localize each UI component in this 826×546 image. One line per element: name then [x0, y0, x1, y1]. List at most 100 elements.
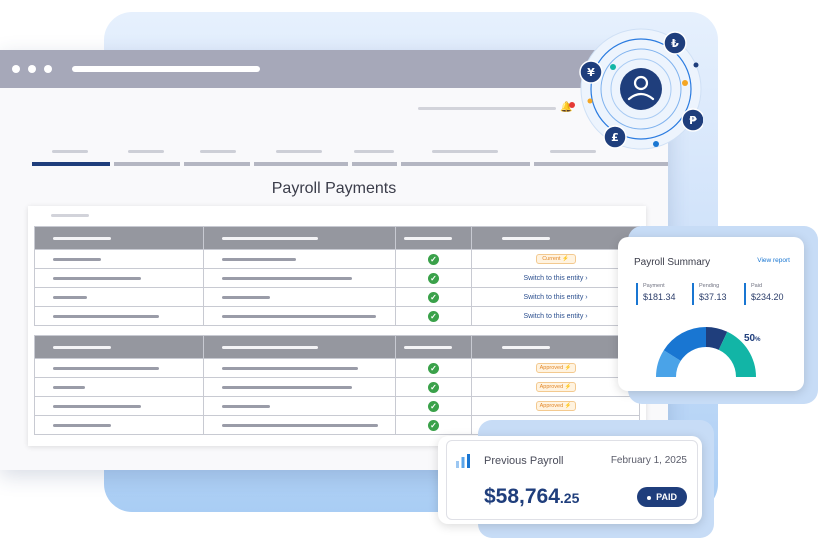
table-cell: [33, 287, 205, 307]
tab-label-placeholder: [200, 150, 236, 153]
text-placeholder: [53, 423, 111, 427]
check-circle-icon: ✓: [427, 362, 439, 374]
tab-label-placeholder: [276, 150, 322, 153]
table-header-row: [33, 335, 640, 359]
table-row: ✓ Approved ⚡: [33, 396, 640, 416]
check-circle-icon: ✓: [427, 253, 439, 265]
switch-entity-link[interactable]: Switch to this entity ›: [472, 313, 639, 320]
gauge-percent: 50%: [744, 333, 760, 344]
table-row: ✓ Switch to this entity ›: [33, 306, 640, 326]
action-cell: Approved ⚡: [471, 396, 640, 416]
stat-value: $181.34: [643, 292, 676, 302]
column-header: [471, 335, 640, 359]
currency-glyph: ¥: [587, 66, 595, 79]
text-placeholder: [222, 314, 377, 318]
status-cell: ✓: [394, 396, 473, 416]
column-header: [33, 226, 205, 250]
tab[interactable]: [352, 162, 397, 166]
status-badge: Approved ⚡: [535, 401, 576, 411]
currency-glyph: ₺: [671, 37, 679, 50]
stat-label: Payment: [643, 283, 665, 289]
browser-window: 🔔 Payroll Payments ✓ Current ⚡ ✓ Switch to …: [0, 50, 668, 470]
stat-payment: Payment $181.34: [636, 283, 676, 305]
window-dot[interactable]: [28, 65, 36, 73]
table-cell: [203, 396, 396, 416]
view-report-link[interactable]: View report: [757, 257, 790, 264]
amount-cents: .25: [559, 490, 580, 506]
table-cell: [33, 306, 205, 326]
table-cell: [203, 377, 396, 397]
stat-paid: Paid $234.20: [744, 283, 784, 305]
check-circle-icon: ✓: [427, 419, 439, 431]
tab-active[interactable]: [32, 162, 110, 166]
switch-entity-link[interactable]: Switch to this entity ›: [472, 294, 639, 301]
action-cell: Approved ⚡: [471, 358, 640, 378]
text-placeholder: [502, 236, 551, 240]
check-circle-icon: ✓: [427, 291, 439, 303]
table-cell: [33, 415, 205, 435]
previous-payroll-card: Previous Payroll February 1, 2025 $58,76…: [438, 436, 702, 524]
text-placeholder: [53, 236, 111, 240]
gauge-percent-sign: %: [755, 337, 761, 343]
window-dot[interactable]: [44, 65, 52, 73]
table-cell: [33, 268, 205, 288]
tab-label-placeholder: [52, 150, 88, 153]
text-placeholder: [403, 236, 452, 240]
table-header-row: [33, 226, 640, 250]
action-cell: Current ⚡: [471, 249, 640, 269]
text-placeholder: [53, 366, 159, 370]
url-bar[interactable]: [72, 66, 260, 72]
paid-dot-icon: [647, 495, 652, 500]
header-placeholder: [418, 107, 556, 110]
text-placeholder: [222, 236, 319, 240]
text-placeholder: [53, 314, 159, 318]
check-circle-icon: ✓: [427, 400, 439, 412]
text-placeholder: [222, 257, 297, 261]
stat-label: Pending: [699, 283, 720, 289]
action-cell: Switch to this entity ›: [471, 306, 640, 326]
table-cell: [203, 287, 396, 307]
notification-badge: [569, 102, 575, 108]
text-placeholder: [222, 276, 353, 280]
table-cell: [33, 249, 205, 269]
payroll-amount: $58,764.25: [484, 485, 579, 509]
summary-title: Payroll Summary: [634, 257, 711, 268]
stat-pending: Pending $37.13: [692, 283, 727, 305]
amount-main: $58,764: [484, 485, 560, 508]
table-cell: [33, 396, 205, 416]
text-placeholder: [53, 404, 141, 408]
table-cell: [33, 358, 205, 378]
status-badge: Current ⚡: [535, 254, 576, 264]
previous-payroll-title: Previous Payroll: [484, 455, 564, 467]
tab[interactable]: [254, 162, 348, 166]
table-row: ✓ Approved ⚡: [33, 358, 640, 378]
tab[interactable]: [534, 162, 668, 166]
text-placeholder: [222, 295, 271, 299]
text-placeholder: [53, 257, 101, 261]
tab[interactable]: [184, 162, 250, 166]
table-cell: [33, 377, 205, 397]
previous-payroll-date: February 1, 2025: [610, 455, 687, 466]
switch-entity-link[interactable]: Switch to this entity ›: [472, 275, 639, 282]
tab-label-placeholder: [354, 150, 394, 153]
table-row: ✓ Switch to this entity ›: [33, 287, 640, 307]
text-placeholder: [222, 345, 319, 349]
stat-value: $234.20: [751, 292, 784, 302]
currency-glyph: ₱: [689, 114, 697, 127]
text-placeholder: [53, 345, 111, 349]
status-cell: ✓: [394, 287, 473, 307]
tab[interactable]: [114, 162, 180, 166]
bar-chart-icon: [456, 454, 470, 468]
status-cell: ✓: [394, 358, 473, 378]
action-cell: Switch to this entity ›: [471, 287, 640, 307]
card-header-placeholder: [51, 214, 89, 217]
column-header: [33, 335, 205, 359]
window-dot[interactable]: [12, 65, 20, 73]
previous-payroll-inner: Previous Payroll February 1, 2025 $58,76…: [446, 440, 698, 520]
status-badge: Approved ⚡: [535, 382, 576, 392]
paid-badge: PAID: [637, 487, 687, 507]
status-cell: ✓: [394, 306, 473, 326]
tab[interactable]: [401, 162, 530, 166]
text-placeholder: [53, 385, 85, 389]
payments-table-1: ✓ Current ⚡ ✓ Switch to this entity › ✓ Switc…: [33, 226, 640, 326]
